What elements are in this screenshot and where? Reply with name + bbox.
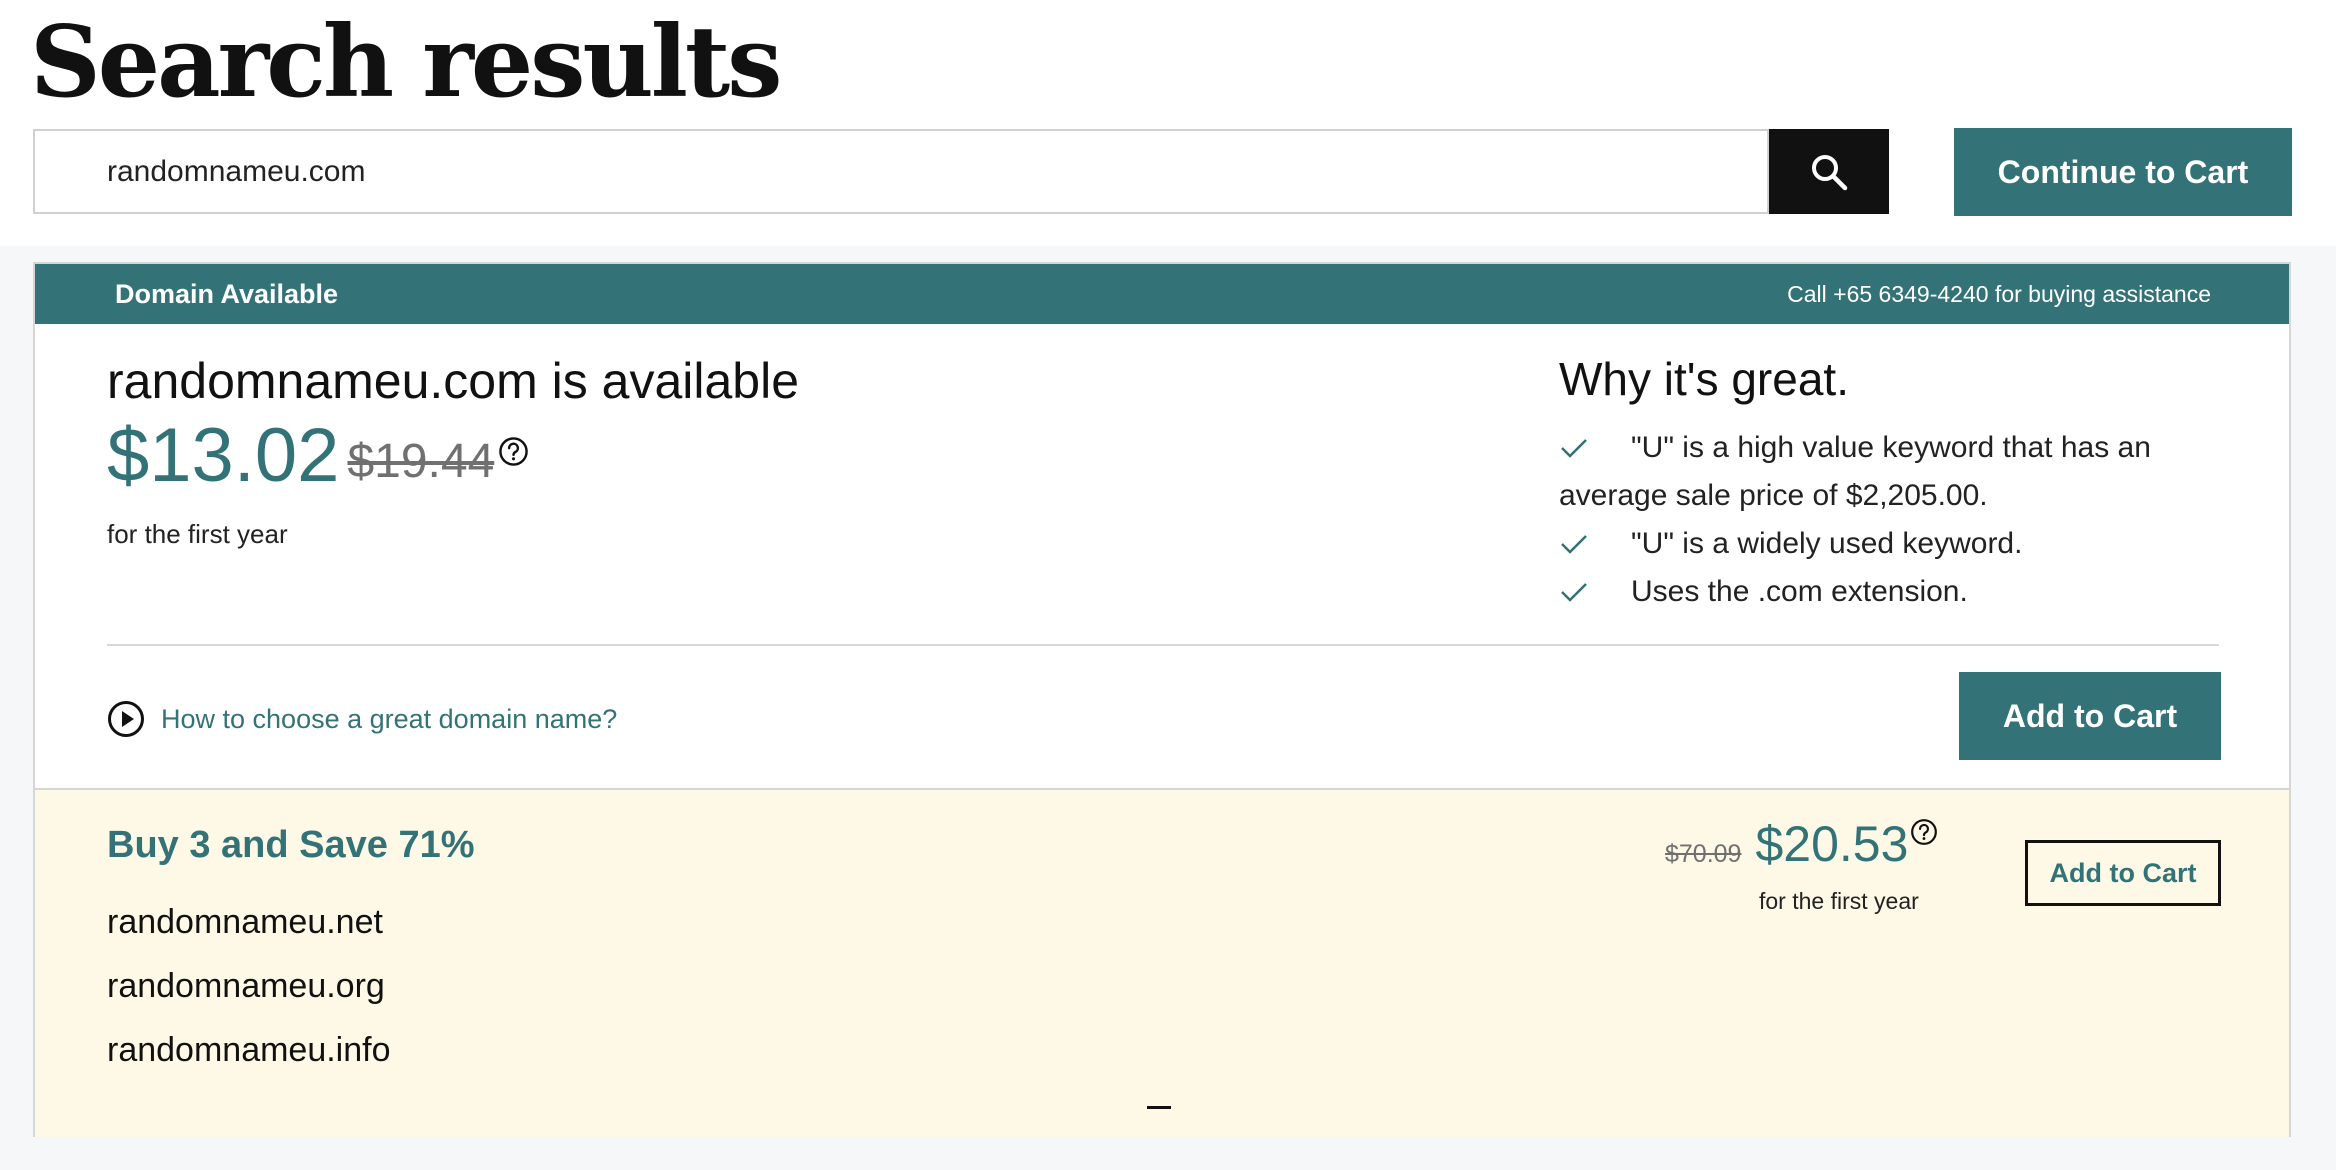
bundle-offer: Buy 3 and Save 71% randomnameu.net rando… — [35, 788, 2289, 1137]
question-circle-icon[interactable] — [1910, 818, 1938, 846]
availability-banner: Domain Available Call +65 6349-4240 for … — [35, 264, 2289, 324]
checkmark-icon — [1561, 583, 1587, 602]
price-row: $13.02 $19.44 — [107, 412, 529, 500]
why-great-title: Why it's great. — [1559, 353, 1849, 405]
question-circle-icon[interactable] — [498, 436, 529, 467]
price-period: for the first year — [107, 519, 288, 549]
bundle-price-period: for the first year — [1759, 888, 1919, 914]
buying-assistance-text: Call +65 6349-4240 for buying assistance — [1787, 281, 2211, 307]
bundle-domain-list: randomnameu.net randomnameu.org randomna… — [107, 890, 391, 1082]
list-item: "U" is a high value keyword that has an … — [1559, 431, 2151, 512]
search-icon — [1812, 154, 1848, 190]
checkmark-icon — [1561, 535, 1587, 554]
continue-to-cart-button[interactable]: Continue to Cart — [1954, 128, 2292, 216]
add-to-cart-button[interactable]: Add to Cart — [1959, 672, 2221, 760]
bundle-add-to-cart-button[interactable]: Add to Cart — [2025, 840, 2221, 906]
collapse-handle[interactable] — [1147, 1106, 1171, 1109]
list-item: randomnameu.net — [107, 903, 383, 941]
header-area: Search results randomnameu.com Continue … — [0, 0, 2336, 246]
bundle-current-price: $20.53 — [1755, 816, 1909, 872]
domain-result-card: Domain Available Call +65 6349-4240 for … — [33, 262, 2291, 1137]
checkmark-icon — [1561, 439, 1587, 458]
how-to-choose-text[interactable]: How to choose a great domain name? — [161, 704, 617, 735]
divider — [107, 644, 2219, 646]
bundle-title: Buy 3 and Save 71% — [107, 824, 475, 866]
bundle-price-row: $70.09 $20.53 — [1665, 812, 1938, 876]
list-item: "U" is a widely used keyword. — [1559, 520, 2259, 568]
why-great-list: "U" is a high value keyword that has an … — [1559, 424, 2259, 616]
play-circle-icon — [108, 701, 144, 737]
availability-headline: randomnameu.com is available — [107, 353, 800, 409]
original-price: $19.44 — [347, 435, 495, 488]
availability-status: Domain Available — [115, 279, 339, 309]
current-price: $13.02 — [107, 413, 340, 498]
bundle-original-price: $70.09 — [1665, 840, 1742, 868]
search-button[interactable] — [1769, 129, 1889, 214]
list-item: Uses the .com extension. — [1559, 568, 2259, 616]
search-input[interactable]: randomnameu.com — [33, 129, 1769, 214]
page-title: Search results — [30, 5, 782, 120]
list-item: randomnameu.org — [107, 967, 385, 1005]
list-item: randomnameu.info — [107, 1031, 391, 1069]
how-to-choose-link[interactable]: How to choose a great domain name? — [107, 700, 617, 738]
